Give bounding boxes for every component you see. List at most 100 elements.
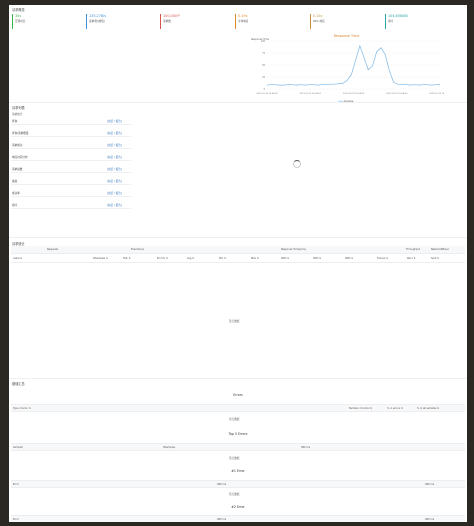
chart-title: Response Time [334,34,360,38]
errors-title: 错误汇总 [12,382,25,386]
request-report-link[interactable]: [总结 / 报告] [107,191,122,195]
col-error[interactable]: Error [13,483,19,486]
stat-card-p90: 0.15s 90% 响应 [310,14,376,29]
errors-empty-text: 暂无数据 [229,418,240,421]
chart-x-tick: 2021-10-13 15:54:00 [256,93,278,95]
error1-empty-text: 暂无数据 [229,493,240,496]
col-fail[interactable]: FAIL ⇅ [123,257,131,260]
request-list-item: 请求成功 [总结 / 报告] [11,141,131,149]
response-time-chart: Response Time Response Time 100 75 50 25 0 2021… [249,33,451,105]
requests-subtitle: 请求统计 [12,113,23,116]
stat-card-requests: 100,000个 请求数 [160,14,226,29]
col-error-pct[interactable]: Error% ⇅ [157,257,168,260]
request-list-item: 查询 [总结 / 报告] [11,117,131,125]
col-trans[interactable]: Trans/s ⇅ [377,257,388,260]
error2-heading: #2 Error [231,505,245,509]
col-error-all-pct[interactable]: % in all samples ⇅ [417,407,439,410]
request-list-item: 成功率 [总结 / 报告] [11,189,131,197]
stat-label: 请求数 [163,20,171,23]
request-name: 响应时间分布 [12,156,28,159]
chart-y-tick: 0 [264,88,266,91]
col-sampler[interactable]: Sampler [13,446,23,449]
col-90th[interactable]: 90th ⇅ [281,257,289,260]
error2-header-row: Error #Errors #Errors [11,515,465,522]
col-error-count[interactable]: Number of errors ⇅ [349,407,372,410]
col-max[interactable]: Max ⇅ [251,257,259,260]
error1-heading: #1 Error [231,469,245,473]
report-page: 请求概览 35s 压测时长 135,278/s 请求/秒(峰值) 100,000… [9,5,467,522]
stats-group-header: Requests Executions Response Times(ms) T… [11,246,465,254]
request-name: 吞吐 [12,204,18,207]
loading-spinner-icon [293,160,301,168]
stat-label: 90% 响应 [313,20,325,23]
chart-y-tick: 100 [261,40,266,43]
error1-header-row: Error #Errors #Errors [11,480,465,488]
request-report-link[interactable]: [总结 / 报告] [107,155,122,159]
top5-empty-text: 暂无数据 [229,457,240,460]
col-errors[interactable]: #Errors [217,518,226,521]
request-name: 查询/请求数量 [12,132,29,135]
request-list-item: 查询/请求数量 [总结 / 报告] [11,129,131,137]
col-sent[interactable]: Sent ⇅ [431,257,439,260]
col-error-type[interactable]: Type of error ⇅ [13,407,31,410]
stat-card-throughput: 104,858/KB 吞吐 [385,14,451,29]
errors-heading: Errors [233,393,243,397]
group-header-executions: Executions [131,248,144,251]
col-errors[interactable]: #Errors [301,446,310,449]
stats-column-header: Label ⇅ #Samples ⇅ FAIL ⇅ Error% ⇅ Avg ⇅… [11,255,465,263]
chart-x-tick: 2021-10-13 15:54:03 [386,93,408,95]
col-errors[interactable]: #Errors [425,518,434,521]
errors-header-row: Type of error ⇅ Number of errors ⇅ % in … [11,404,465,412]
request-report-link[interactable]: [总结 / 报告] [107,131,122,135]
col-99th[interactable]: 99th ⇅ [345,257,353,260]
chart-series-line [266,44,440,86]
request-report-link[interactable]: [总结 / 报告] [107,167,122,171]
request-list-item: 吞吐 [总结 / 报告] [11,201,131,209]
request-list-item: 请求总数 [总结 / 报告] [11,165,131,173]
request-list-item: 失败 [总结 / 报告] [11,177,131,185]
stat-label: 吞吐 [388,20,394,23]
stat-card-duration: 35s 压测时长 [12,14,78,29]
request-report-link[interactable]: [总结 / 报告] [107,143,122,147]
col-avg[interactable]: Avg ⇅ [187,257,194,260]
stat-label: 请求/秒(峰值) [89,20,105,23]
group-header-throughput: Throughput [406,248,420,251]
request-name: 成功率 [12,192,20,195]
chart-x-tick: 2021-10-13 15:54:01 [300,93,322,95]
request-list-item: 响应时间分布 [总结 / 报告] [11,153,131,161]
chart-y-tick: 75 [262,52,265,55]
group-header-response-times: Response Times(ms) [281,248,306,251]
col-error[interactable]: Error [13,518,19,521]
request-name: 查询 [12,120,18,123]
request-report-link[interactable]: [总结 / 报告] [107,179,122,183]
col-min[interactable]: Min ⇅ [219,257,226,260]
col-error-pct[interactable]: % in errors ⇅ [387,407,403,410]
col-95th[interactable]: 95th ⇅ [313,257,321,260]
chart-y-tick: 50 [262,64,265,67]
col-samples[interactable]: #Samples ⇅ [93,257,108,260]
request-report-link[interactable]: [总结 / 报告] [107,203,122,207]
requests-title: 请求列表 [12,106,25,110]
top5-errors-heading: Top 5 Errors [228,432,248,436]
chart-y-tick: 25 [262,76,265,79]
divider [9,378,467,379]
col-recv[interactable]: Recv ⇅ [407,257,416,260]
stat-card-rps: 135,278/s 请求/秒(峰值) [86,14,152,29]
request-name: 请求总数 [12,168,23,171]
divider [9,237,467,238]
overview-title: 请求概览 [12,8,25,12]
stat-card-avg-response: 0.19s 平均响应 [235,14,301,29]
col-samples[interactable]: #Samples [163,446,175,449]
request-name: 请求成功 [12,144,23,147]
request-name: 失败 [12,180,18,183]
stats-empty-text: 暂无数据 [229,320,240,323]
col-label[interactable]: Label ⇅ [13,257,22,260]
col-errors[interactable]: #Errors [217,483,226,486]
col-errors[interactable]: #Errors [425,483,434,486]
divider [9,102,467,103]
group-header-network: NetworkKB/sec [431,248,450,251]
stat-label: 平均响应 [238,20,249,23]
chart-x-tick: 2021-10-13 15:54:02 [343,93,365,95]
request-report-link[interactable]: [总结 / 报告] [107,119,122,123]
top5-header-row: Sampler #Samples #Errors [11,443,465,451]
